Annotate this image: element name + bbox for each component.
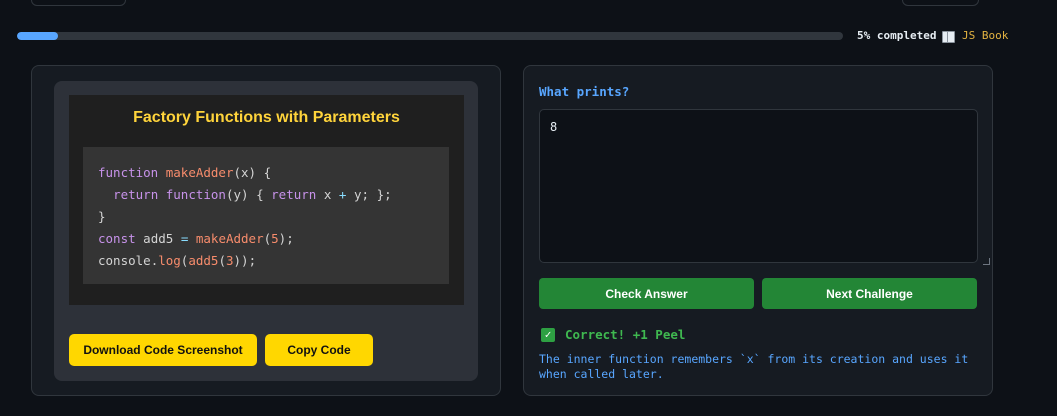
- code-line: const add5 = makeAdder(5);: [98, 231, 294, 246]
- top-left-button[interactable]: [31, 0, 126, 6]
- copy-code-button[interactable]: Copy Code: [265, 334, 373, 366]
- progress-label: 5% completed: [857, 29, 937, 42]
- resize-grip-icon[interactable]: [983, 258, 990, 265]
- quiz-panel: What prints? Check Answer Next Challenge…: [523, 65, 993, 396]
- check-mark-icon: ✓: [541, 327, 555, 342]
- code-panel: Factory Functions with Parameters functi…: [31, 65, 501, 396]
- code-line: function makeAdder(x) {: [98, 165, 272, 180]
- top-right-button[interactable]: [902, 0, 979, 6]
- explanation-text: The inner function remembers `x` from it…: [539, 352, 969, 381]
- code-line: }: [98, 209, 106, 224]
- snippet-title: Factory Functions with Parameters: [133, 109, 400, 126]
- code-block: function makeAdder(x) { return function(…: [83, 147, 449, 284]
- js-book-link[interactable]: JS Book: [942, 29, 1009, 43]
- code-card: Factory Functions with Parameters functi…: [54, 81, 478, 381]
- check-answer-button[interactable]: Check Answer: [539, 278, 754, 309]
- code-screenshot-frame: Factory Functions with Parameters functi…: [69, 95, 464, 305]
- progress-bar: [17, 32, 843, 40]
- book-icon: [942, 30, 955, 43]
- next-challenge-button[interactable]: Next Challenge: [762, 278, 977, 309]
- answer-input[interactable]: [539, 109, 978, 263]
- js-book-label: JS Book: [962, 29, 1009, 42]
- feedback-message: ✓ Correct! +1 Peel: [541, 327, 685, 342]
- code-line: return function(y) { return x + y; };: [113, 187, 392, 202]
- code-line: console.log(add5(3));: [98, 253, 257, 268]
- app-root: 5% completed JS Book Factory Functions w…: [0, 0, 1057, 416]
- feedback-text: Correct! +1 Peel: [565, 327, 686, 342]
- download-code-screenshot-button[interactable]: Download Code Screenshot: [69, 334, 257, 366]
- progress-fill: [17, 32, 59, 40]
- question-label: What prints?: [539, 84, 630, 99]
